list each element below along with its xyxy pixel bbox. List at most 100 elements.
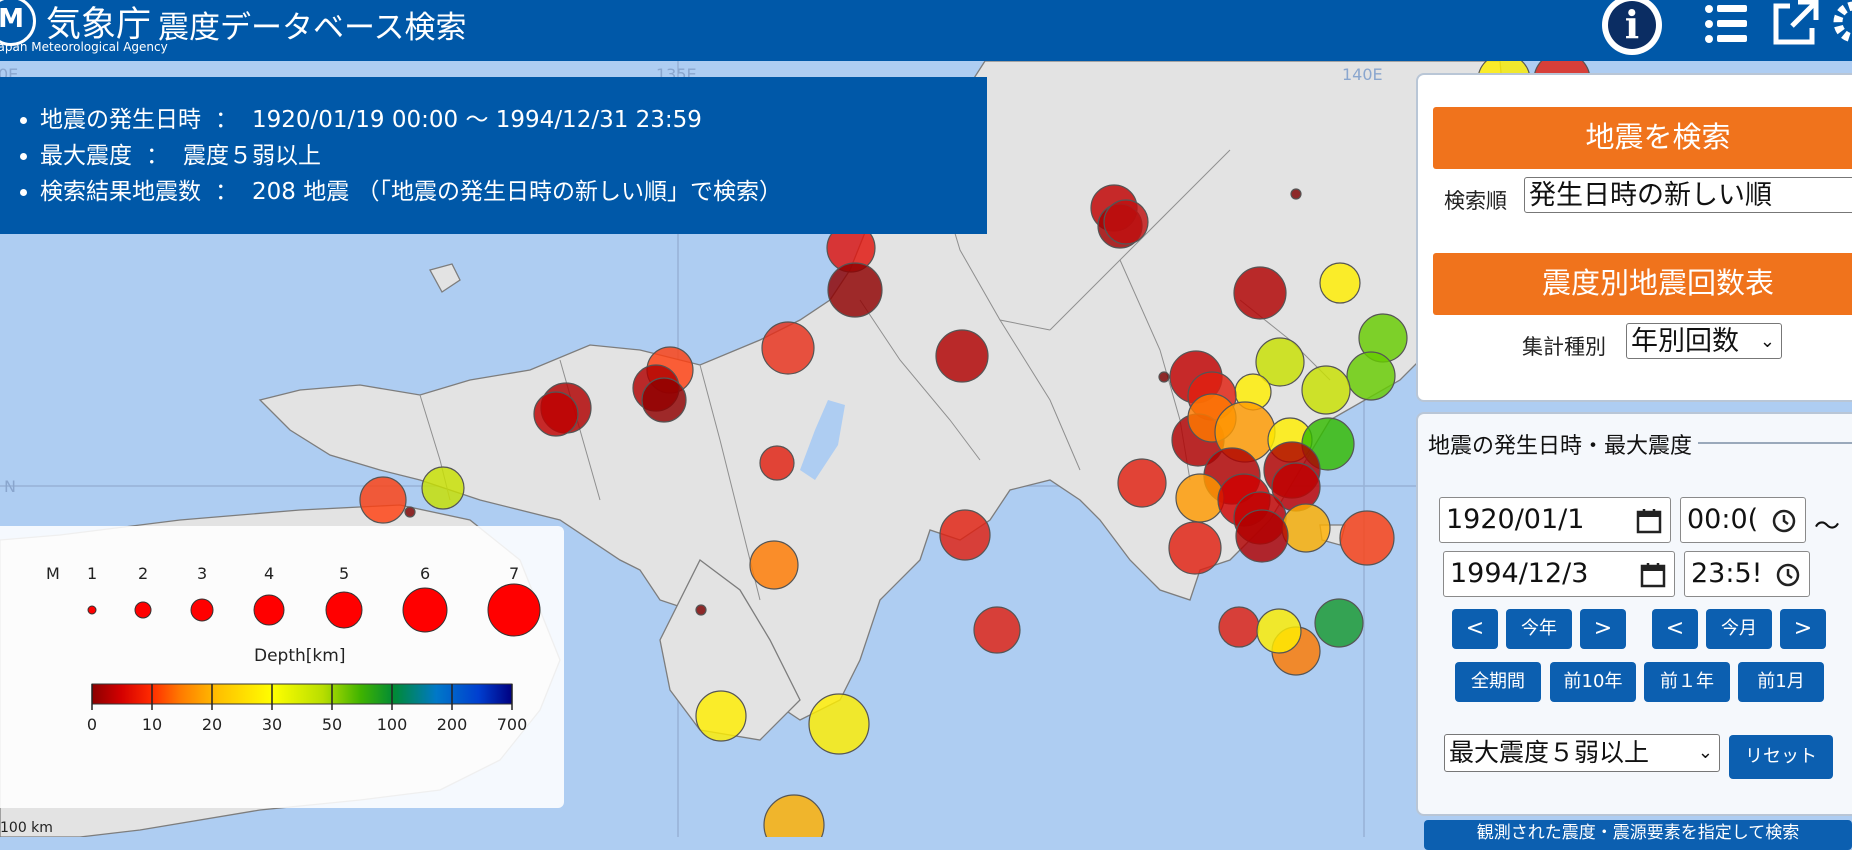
clock-icon (1776, 563, 1800, 587)
quake-marker (695, 690, 747, 742)
quake-marker (1233, 266, 1287, 320)
quake-marker (1339, 510, 1395, 566)
legend-size-marker (87, 605, 97, 615)
quake-marker (1168, 521, 1222, 575)
depth-tick-label: 10 (142, 715, 162, 734)
this-year-button[interactable]: 今年 (1506, 609, 1572, 649)
quake-marker (1158, 371, 1170, 383)
quake-marker (973, 606, 1021, 654)
search-panel: 地震を検索 検索順 発生日時の新しい順⌄ 震度別地震回数表 集計種別 年別回数⌄ (1416, 73, 1852, 402)
legend-size-marker (487, 583, 541, 637)
info-icon: i (1608, 1, 1656, 49)
order-select[interactable]: 発生日時の新しい順⌄ (1524, 177, 1852, 213)
quake-marker (404, 506, 416, 518)
quake-marker (1103, 199, 1149, 245)
summary-item: 検索結果地震数：208 地震 （「地震の発生日時の新しい順」で検索） (40, 175, 987, 211)
quake-marker (1117, 458, 1167, 508)
legend-size-marker (253, 594, 285, 626)
depth-tick-label: 700 (497, 715, 528, 734)
reset-button[interactable]: リセット (1729, 735, 1833, 779)
app-header: M 気象庁 Japan Meteorological Agency 震度データベ… (0, 0, 1852, 61)
start-time-input[interactable]: 00:0( (1680, 497, 1806, 543)
quake-marker (935, 329, 989, 383)
search-summary: 地震の発生日時：1920/01/19 00:00 ～ 1994/12/31 23… (0, 77, 987, 234)
month-prev-button[interactable]: < (1652, 609, 1698, 649)
search-earthquake-button[interactable]: 地震を検索 (1433, 107, 1852, 169)
legend-mag-label: 4 (264, 564, 274, 583)
legend-m-label: M (46, 564, 60, 583)
end-time-input[interactable]: 23:5! (1684, 551, 1810, 597)
clock-icon (1772, 509, 1796, 533)
legend-mag-label: 7 (509, 564, 519, 583)
aggregation-select[interactable]: 年別回数 ⌄ (1626, 323, 1782, 359)
legend-size-marker (134, 601, 152, 619)
date-section-title: 地震の発生日時・最大震度 (1428, 428, 1699, 460)
this-month-button[interactable]: 今月 (1706, 609, 1772, 649)
scale-bar-label: 100 km (0, 820, 53, 836)
legend-mag-label: 1 (87, 564, 97, 583)
legend-mag-label: 5 (339, 564, 349, 583)
app-title: 震度データベース検索 (158, 10, 467, 46)
range-tilde: ～ (1814, 512, 1841, 542)
aggregation-label: 集計種別 (1522, 335, 1606, 359)
legend-mag-label: 6 (420, 564, 430, 583)
legend-size-marker (402, 587, 448, 633)
max-intensity-select[interactable]: 最大震度５弱以上 ⌄ (1444, 734, 1720, 772)
intensity-count-table-button[interactable]: 震度別地震回数表 (1433, 253, 1852, 315)
depth-tick-label: 20 (202, 715, 222, 734)
year-prev-button[interactable]: < (1452, 609, 1498, 649)
quake-marker (695, 604, 707, 616)
chevron-down-icon: ⌄ (1697, 742, 1713, 763)
quake-marker (1301, 365, 1351, 415)
quake-marker (1314, 598, 1364, 648)
month-next-button[interactable]: > (1780, 609, 1826, 649)
legend-mag-label: 3 (197, 564, 207, 583)
legend-mag-label: 2 (138, 564, 148, 583)
observed-intensity-search-button[interactable]: 観測された震度・震源要素を指定して検索 (1424, 820, 1852, 850)
last-1-month-button[interactable]: 前1月 (1738, 662, 1824, 702)
info-button[interactable]: i (1602, 0, 1662, 55)
depth-tick-label: 0 (87, 715, 97, 734)
latitude-label: N (4, 477, 16, 496)
last-1-year-button[interactable]: 前１年 (1644, 662, 1730, 702)
quake-marker (759, 445, 795, 481)
quake-marker (359, 476, 407, 524)
order-label: 検索順 (1444, 189, 1507, 213)
legend-size-marker (190, 598, 214, 622)
summary-item: 地震の発生日時：1920/01/19 00:00 ～ 1994/12/31 23… (40, 103, 987, 139)
quake-marker (421, 466, 465, 510)
depth-tick-label: 30 (262, 715, 282, 734)
gear-icon[interactable] (1826, 0, 1852, 50)
quake-marker (1281, 503, 1331, 553)
depth-tick-label: 200 (437, 715, 468, 734)
last-10-years-button[interactable]: 前10年 (1550, 662, 1636, 702)
quake-marker (1290, 188, 1302, 200)
quake-marker (1175, 473, 1225, 523)
calendar-icon (1640, 563, 1666, 588)
legend-depth-label: Depth[km] (254, 646, 345, 666)
year-next-button[interactable]: > (1580, 609, 1626, 649)
all-period-button[interactable]: 全期間 (1455, 662, 1541, 702)
quake-marker (1256, 608, 1302, 654)
depth-color-bar (91, 683, 513, 705)
quake-marker (749, 540, 799, 590)
external-link-icon[interactable] (1768, 0, 1822, 50)
legend-size-marker (325, 591, 363, 629)
map-legend: M 1 2 3 4 5 6 7 Depth[km] 0 10 20 30 50 … (0, 526, 564, 808)
depth-tick-label: 50 (322, 715, 342, 734)
quake-marker (808, 693, 870, 755)
list-icon[interactable] (1704, 2, 1748, 46)
quake-marker (1218, 606, 1260, 648)
summary-item: 最大震度：震度５弱以上 (40, 139, 987, 175)
quake-marker (1235, 509, 1289, 563)
depth-tick-label: 100 (377, 715, 408, 734)
quake-marker (1319, 262, 1361, 304)
quake-marker (641, 377, 687, 423)
quake-marker (827, 262, 883, 318)
longitude-140-label: 140E (1342, 65, 1383, 84)
quake-marker (1346, 351, 1396, 401)
calendar-icon (1636, 509, 1662, 534)
end-date-input[interactable]: 1994/12/3 (1443, 551, 1675, 597)
start-date-input[interactable]: 1920/01/1 (1439, 497, 1671, 543)
quake-marker (939, 509, 991, 561)
